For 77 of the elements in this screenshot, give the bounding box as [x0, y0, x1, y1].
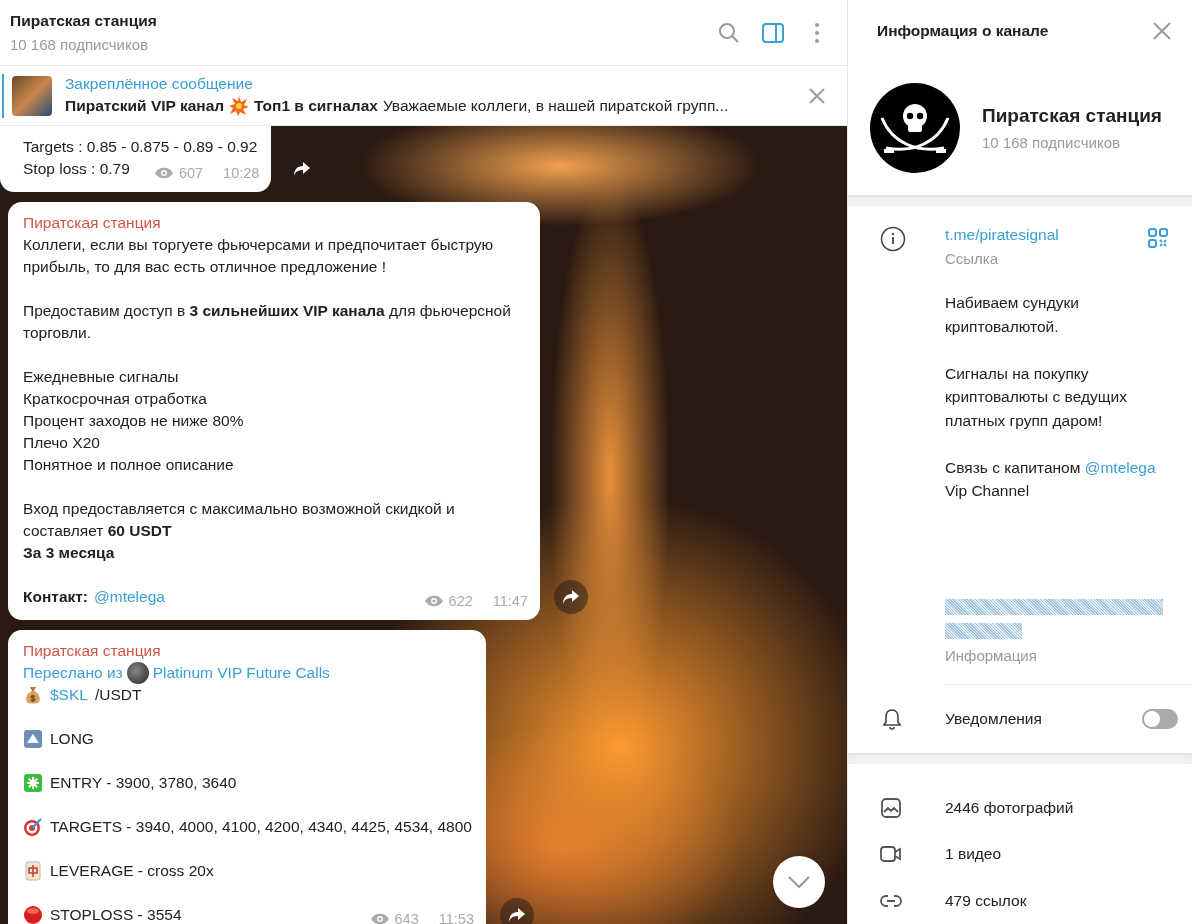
message-text: Контакт: [23, 587, 88, 607]
avatar-photo [126, 662, 149, 684]
target-icon [23, 817, 43, 837]
close-icon [1153, 22, 1171, 41]
share-arrow-icon [293, 161, 312, 177]
channel-name: Пиратская станция [982, 104, 1162, 127]
message-time: 10:28 [223, 164, 260, 183]
share-button[interactable] [285, 152, 320, 186]
author-name: Пиратская станция [23, 641, 162, 661]
pinned-label: Закреплённое сообщение [65, 75, 254, 93]
message-text: Targets : 0.85 - 0.875 - 0.89 - 0.92 [23, 137, 258, 157]
asterisk-icon [23, 773, 43, 793]
link[interactable]: $SKL [50, 684, 88, 706]
pinned-title: Пиратский VIP канал [65, 97, 225, 115]
info-icon [880, 226, 906, 253]
message-time: 11:53 [438, 910, 474, 924]
panel-title: Информация о канале [877, 22, 1049, 41]
description-text: Сигналы на покупку криптовалюты с ведущих платных групп даром! [945, 363, 1128, 431]
pinned-thumbnail-photo [12, 75, 52, 116]
chat-title: Пиратская станция [10, 12, 158, 30]
eye-icon [423, 594, 444, 608]
share-arrow-icon [562, 589, 580, 605]
link-label: Ссылка [945, 250, 1000, 268]
media-link[interactable]: 1 видео [848, 831, 1192, 878]
qr-code-button[interactable] [1146, 226, 1170, 251]
view-count: 622 [448, 592, 473, 611]
message-text: Плечо X20 [23, 433, 100, 453]
description-text: Набиваем сундуки криптовалютой. [945, 293, 1080, 337]
qr-code-icon [1148, 228, 1168, 249]
share-arrow-icon [507, 907, 526, 923]
message-text: ENTRY - 3900, 3780, 3640 [50, 773, 237, 793]
chevron-down-icon [787, 875, 811, 889]
share-button[interactable] [499, 898, 534, 924]
description-label: Информация [945, 646, 1038, 664]
link[interactable]: @mtelega [94, 586, 165, 608]
subscriber-count: 10 168 подписчиков [10, 36, 149, 53]
channel-link[interactable]: t.me/piratesignal [945, 226, 1059, 245]
close-icon [809, 87, 825, 104]
message-text: Вход предоставляется с максимально возможной скидкой и составляет 60 USDT [23, 499, 456, 541]
message-text: Краткосрочная отработка [23, 389, 207, 409]
message-text: Ежедневные сигналы [23, 367, 179, 387]
author-name: Пиратская станция [23, 213, 162, 233]
message-text: LONG [50, 729, 94, 749]
message-text: Stop loss : 0.79 [23, 159, 130, 179]
forwarded-label: Переслано из [23, 663, 123, 683]
hidden-text-spoiler[interactable] [945, 622, 1022, 639]
message-text: /USDT [94, 685, 142, 705]
message-text: LEVERAGE - cross 20x [50, 861, 214, 881]
link[interactable]: @mtelega [1084, 458, 1156, 476]
message-text: За 3 месяца [23, 543, 115, 563]
money-bag-icon [23, 685, 43, 705]
eye-icon [153, 166, 174, 180]
forward-source-link[interactable]: Platinum VIP Future Calls [152, 662, 330, 684]
burst-icon [229, 96, 250, 116]
message-text: Коллеги, если вы торгуете фьючерсами и предпочитает быструю прибыль, то для вас есть отличное предложение ! [23, 235, 495, 277]
media-link[interactable]: 2446 фотографий [848, 784, 1192, 831]
message-text: Понятное и полное описание [23, 455, 234, 475]
subscriber-count: 10 168 подписчиков [982, 133, 1121, 151]
notifications-toggle[interactable] [1142, 708, 1178, 729]
message-text: STOPLOSS - 3554 [50, 905, 182, 924]
image-icon [879, 795, 903, 820]
view-count: 607 [178, 164, 204, 183]
description-text: Связь с капитаном @mtelega Vip Channel [945, 457, 1157, 502]
message-text: Процент заходов не ниже 80% [23, 411, 244, 431]
tile-icon [23, 861, 43, 881]
media-link[interactable]: 479 ссылок [848, 877, 1192, 924]
message-text: TARGETS - 3940, 4000, 4100, 4200, 4340, 4425, 4534, 4800 [50, 817, 472, 837]
notifications-label: Уведомления [945, 709, 1043, 728]
pinned-text: Уважаемые коллеги, в нашей пиратской групп... [382, 97, 729, 115]
view-count: 643 [394, 910, 419, 924]
message-text: Предоставим доступ в 3 сильнейших VIP канала для фьючерсной торговли. [23, 301, 512, 343]
message-time: 11:47 [492, 592, 528, 611]
stop-dot-icon [23, 905, 43, 924]
bell-icon [880, 706, 904, 731]
share-button[interactable] [554, 580, 588, 614]
hidden-text-spoiler[interactable] [945, 598, 1163, 615]
pinned-title: Топ1 в сигналах [254, 97, 378, 115]
